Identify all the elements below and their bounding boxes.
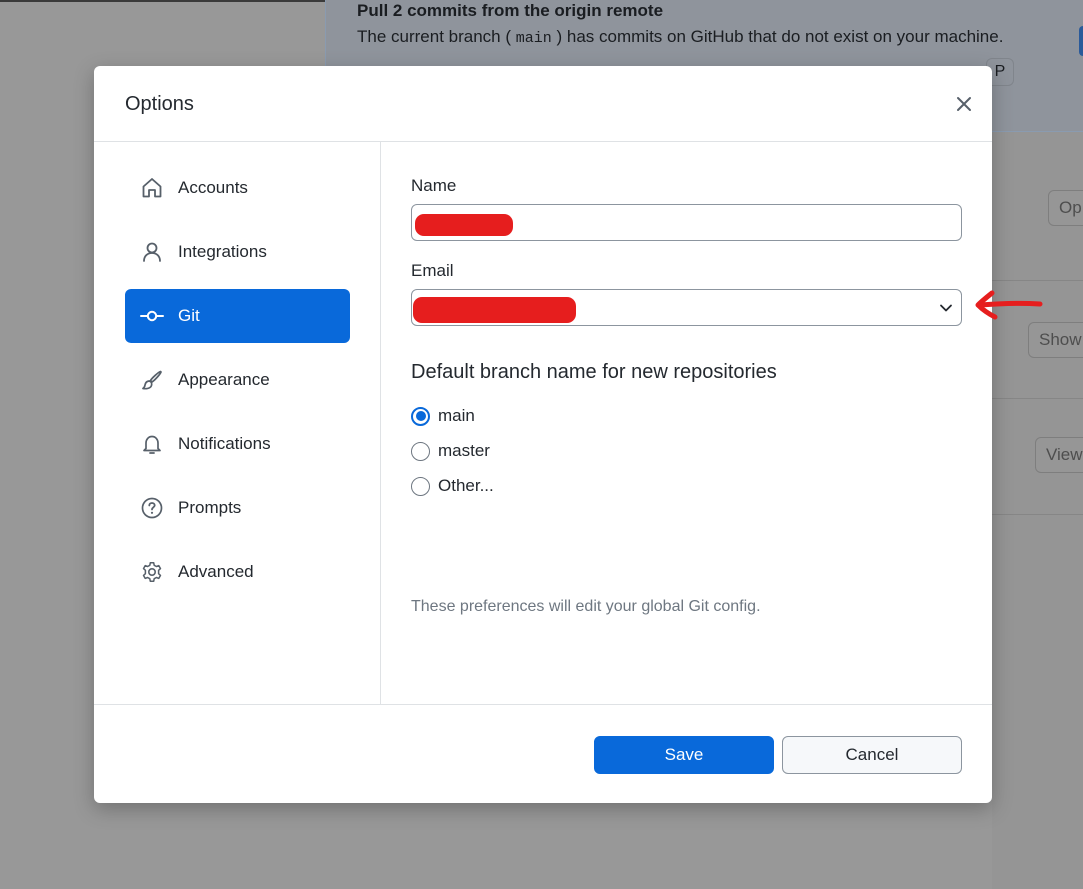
home-icon <box>140 176 164 200</box>
radio-button[interactable] <box>411 476 430 496</box>
options-dialog: Options Accounts Integrations Git Appear… <box>94 66 992 803</box>
annotation-arrow-icon <box>975 290 1043 320</box>
dialog-title: Options <box>125 93 194 115</box>
radio-button[interactable] <box>411 441 430 461</box>
close-button[interactable] <box>952 92 976 116</box>
pull-banner-description: The current branch ( main ) has commits … <box>357 27 1003 47</box>
options-sidebar: Accounts Integrations Git Appearance Not… <box>94 142 381 704</box>
sidebar-item-label: Appearance <box>178 370 270 389</box>
sidebar-item-appearance[interactable]: Appearance <box>125 353 350 407</box>
radio-option-main[interactable]: main <box>411 406 475 426</box>
background-show-button: Show <box>1028 322 1083 358</box>
dialog-footer: Save Cancel <box>94 704 992 803</box>
email-select[interactable] <box>411 289 962 326</box>
sidebar-item-accounts[interactable]: Accounts <box>125 161 350 215</box>
git-config-hint: These preferences will edit your global … <box>411 598 761 615</box>
git-settings-panel: Name Email Default branch name for new r… <box>382 142 992 704</box>
background-divider <box>992 398 1083 399</box>
cancel-button[interactable]: Cancel <box>782 736 962 774</box>
close-icon <box>957 97 971 111</box>
bell-icon <box>140 432 164 456</box>
git-commit-icon <box>140 304 164 328</box>
sidebar-item-label: Accounts <box>178 178 248 197</box>
gear-icon <box>140 560 164 584</box>
save-button[interactable]: Save <box>594 736 774 774</box>
chevron-down-icon <box>940 304 952 312</box>
radio-label: master <box>438 441 490 460</box>
radio-option-master[interactable]: master <box>411 441 490 461</box>
background-divider <box>992 280 1083 281</box>
desc-prefix: The current branch ( <box>357 27 512 46</box>
desc-suffix: ) has commits on GitHub that do not exis… <box>556 27 1004 46</box>
dialog-header: Options <box>94 66 992 142</box>
radio-option-other[interactable]: Other... <box>411 476 494 496</box>
radio-label: main <box>438 406 475 425</box>
email-label: Email <box>411 261 454 280</box>
sidebar-item-label: Git <box>178 306 200 325</box>
sidebar-item-label: Prompts <box>178 498 242 517</box>
person-icon <box>140 240 164 264</box>
sidebar-item-label: Integrations <box>178 242 267 261</box>
background-view-button: View <box>1035 437 1083 473</box>
radio-button-checked[interactable] <box>411 406 430 426</box>
paintbrush-icon <box>140 368 164 392</box>
name-label: Name <box>411 176 457 195</box>
default-branch-heading: Default branch name for new repositories <box>411 361 777 383</box>
sidebar-item-prompts[interactable]: Prompts <box>125 481 350 535</box>
sidebar-item-integrations[interactable]: Integrations <box>125 225 350 279</box>
pull-banner-title: Pull 2 commits from the origin remote <box>357 1 664 20</box>
redaction-mark <box>413 297 576 323</box>
question-icon <box>140 496 164 520</box>
sidebar-item-git[interactable]: Git <box>125 289 350 343</box>
sidebar-item-notifications[interactable]: Notifications <box>125 417 350 471</box>
redaction-mark <box>415 214 513 236</box>
name-input[interactable] <box>411 204 962 241</box>
background-open-button: Op <box>1048 190 1083 226</box>
background-divider <box>992 514 1083 515</box>
sidebar-item-label: Advanced <box>178 562 254 581</box>
pull-button-edge <box>1079 26 1083 56</box>
radio-label: Other... <box>438 476 494 495</box>
sidebar-item-label: Notifications <box>178 434 271 453</box>
sidebar-item-advanced[interactable]: Advanced <box>125 545 350 599</box>
branch-code: main <box>515 30 552 47</box>
background-list <box>992 132 1083 889</box>
